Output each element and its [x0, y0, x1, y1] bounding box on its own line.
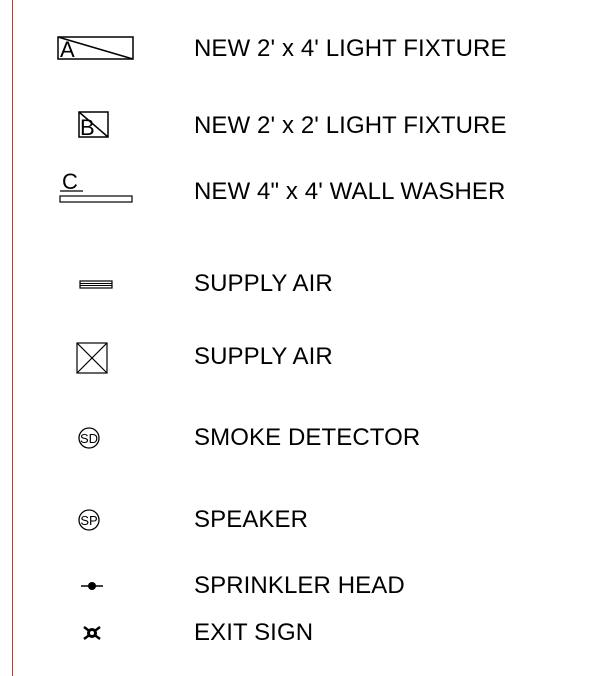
legend-row-speaker: SP SPEAKER [0, 500, 596, 540]
smoke-detector-symbol-text: SD [80, 431, 98, 446]
legend-row-supply-air-square: SUPPLY AIR [0, 337, 596, 377]
legend-label-supply-air-linear: SUPPLY AIR [194, 270, 333, 297]
light-fixture-2x2-icon: B [50, 106, 150, 146]
legend-row-wall-washer: C NEW 4" x 4' WALL WASHER [0, 172, 596, 212]
legend-label-smoke-detector: SMOKE DETECTOR [194, 424, 421, 451]
legend-label-light-fixture-2x2: NEW 2' x 2' LIGHT FIXTURE [194, 112, 507, 139]
light-fixture-2x2-symbol-text: B [80, 115, 95, 140]
legend-label-wall-washer: NEW 4" x 4' WALL WASHER [194, 178, 506, 205]
legend-row-sprinkler-head: SPRINKLER HEAD [0, 566, 596, 606]
legend-label-supply-air-square: SUPPLY AIR [194, 343, 333, 370]
speaker-symbol-text: SP [80, 513, 97, 528]
symbol-legend: A NEW 2' x 4' LIGHT FIXTURE B NEW 2' x 2… [0, 0, 596, 676]
light-fixture-2x4-symbol-text: A [60, 37, 75, 62]
linear-supply-diffuser-icon [50, 264, 150, 304]
square-supply-diffuser-icon [50, 337, 150, 377]
wall-washer-icon: C [50, 172, 150, 212]
sprinkler-head-icon [50, 566, 150, 606]
speaker-icon: SP [50, 500, 150, 540]
exit-sign-icon [50, 613, 150, 653]
legend-label-sprinkler-head: SPRINKLER HEAD [194, 572, 405, 599]
legend-label-exit-sign: EXIT SIGN [194, 619, 314, 646]
light-fixture-2x4-icon: A [50, 29, 150, 69]
legend-label-light-fixture-2x4: NEW 2' x 4' LIGHT FIXTURE [194, 35, 507, 62]
smoke-detector-icon: SD [50, 418, 150, 458]
legend-label-speaker: SPEAKER [194, 506, 309, 533]
legend-row-light-fixture-2x4: A NEW 2' x 4' LIGHT FIXTURE [0, 29, 596, 69]
legend-row-smoke-detector: SD SMOKE DETECTOR [0, 418, 596, 458]
legend-row-exit-sign: EXIT SIGN [0, 613, 596, 653]
legend-row-supply-air-linear: SUPPLY AIR [0, 264, 596, 304]
legend-row-light-fixture-2x2: B NEW 2' x 2' LIGHT FIXTURE [0, 106, 596, 146]
